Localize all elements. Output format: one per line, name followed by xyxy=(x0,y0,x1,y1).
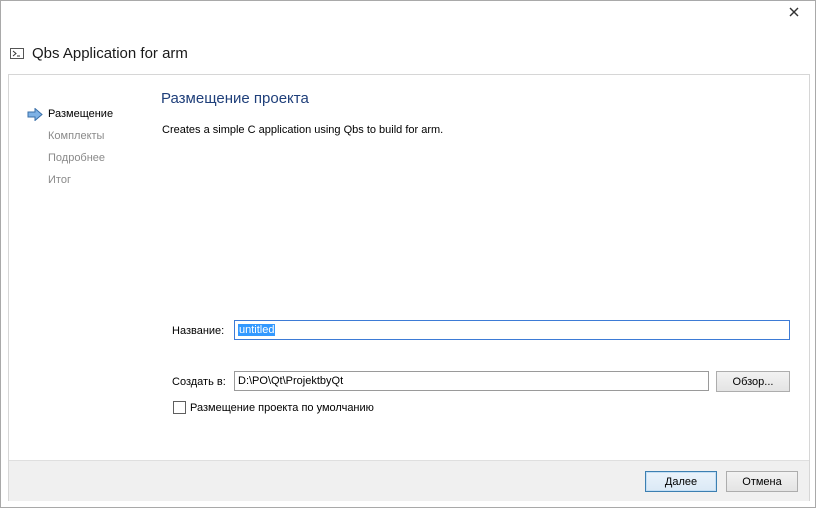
title-bar: Qbs Application for arm xyxy=(1,37,815,73)
next-button[interactable]: Далее xyxy=(645,471,717,492)
page-title: Размещение проекта xyxy=(161,90,309,107)
close-button[interactable] xyxy=(777,1,811,23)
button-bar: Далее Отмена xyxy=(9,460,809,501)
step-label: Комплекты xyxy=(48,130,105,142)
wizard-frame: Размещение Комплекты Подробнее Итог Разм… xyxy=(8,74,810,501)
name-field[interactable]: untitled xyxy=(234,320,790,340)
default-location-label: Размещение проекта по умолчанию xyxy=(190,402,374,414)
name-value: untitled xyxy=(238,324,276,336)
step-label: Итог xyxy=(48,174,71,186)
step-label: Подробнее xyxy=(48,152,106,164)
terminal-app-icon xyxy=(10,48,24,59)
location-label: Создать в: xyxy=(172,376,226,388)
location-field[interactable]: D:\PO\Qt\ProjektbyQt xyxy=(234,371,709,391)
step-label: Размещение xyxy=(48,108,114,120)
window-title: Qbs Application for arm xyxy=(32,45,188,62)
right-arrow-icon xyxy=(27,108,43,121)
name-label: Название: xyxy=(172,325,225,337)
default-location-checkbox[interactable] xyxy=(173,401,186,414)
close-icon xyxy=(789,7,799,17)
page-description: Creates a simple C application using Qbs… xyxy=(162,124,444,136)
wizard-window: Qbs Application for arm Размещение Компл… xyxy=(0,0,816,508)
browse-button[interactable]: Обзор... xyxy=(716,371,790,392)
location-value: D:\PO\Qt\ProjektbyQt xyxy=(238,375,344,387)
cancel-button[interactable]: Отмена xyxy=(726,471,798,492)
